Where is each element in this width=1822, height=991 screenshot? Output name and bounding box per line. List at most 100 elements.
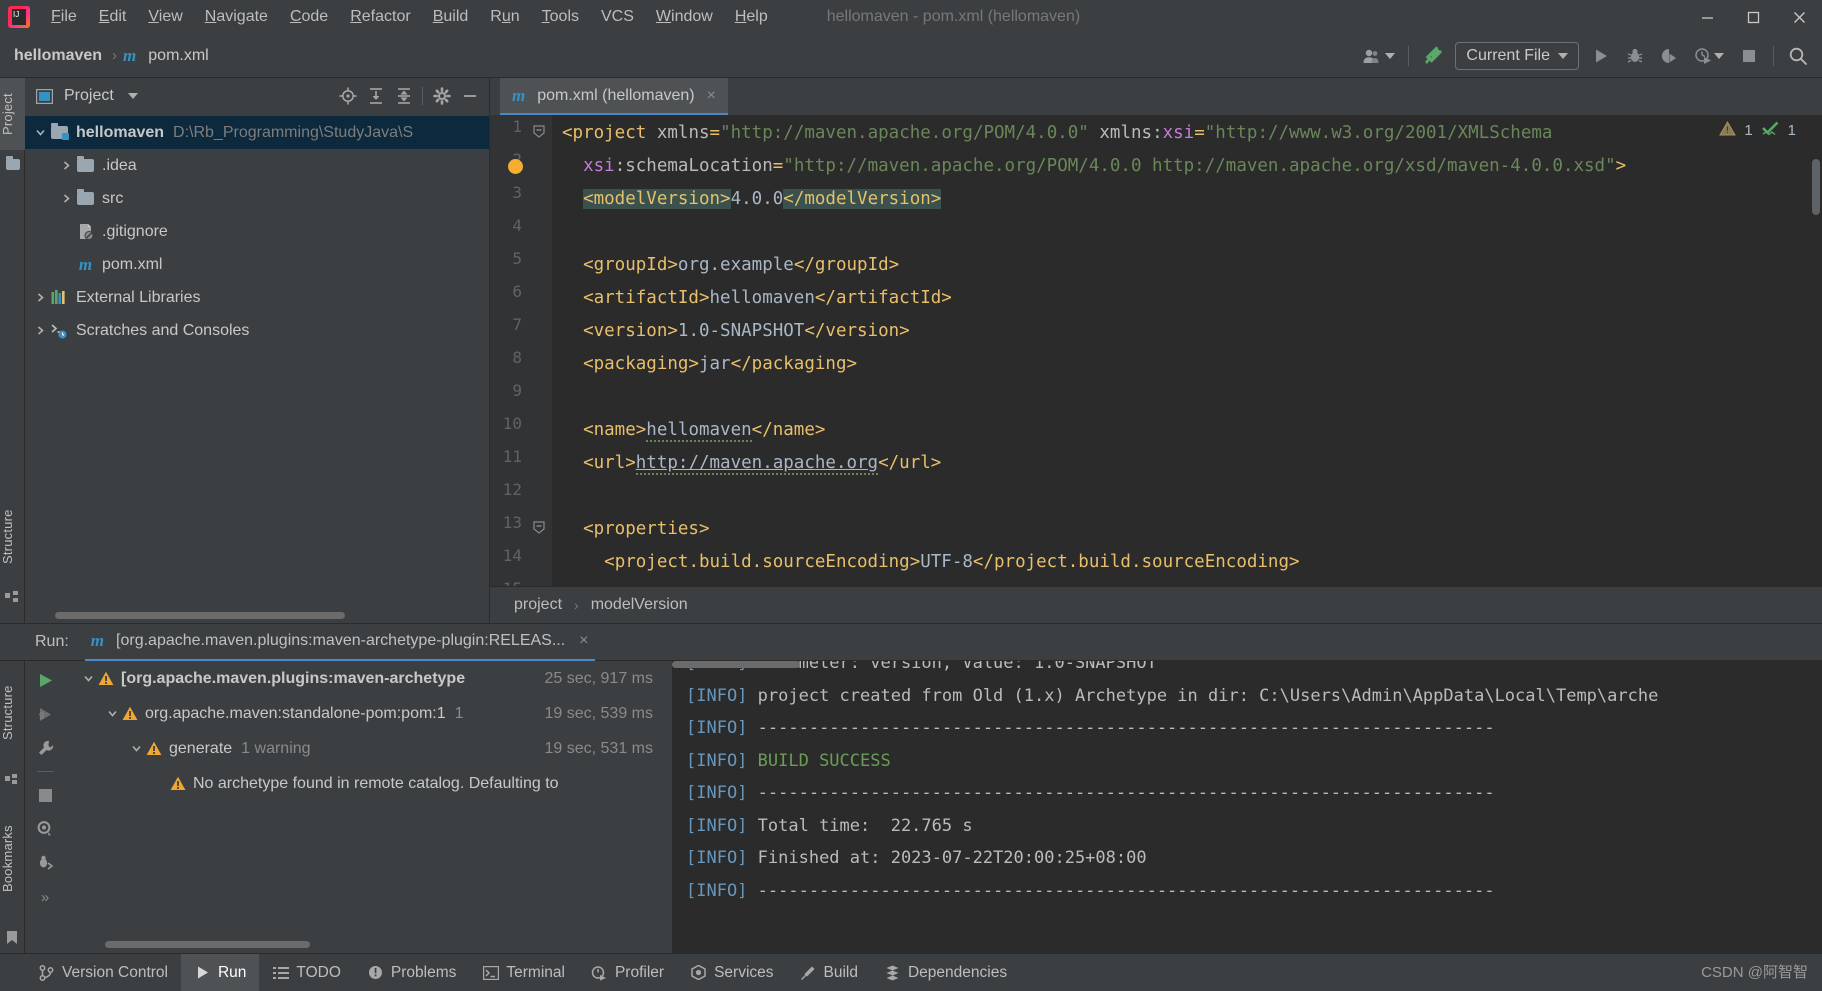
status-tab-terminal[interactable]: Terminal: [469, 954, 578, 991]
rerun-icon[interactable]: 9: [34, 703, 56, 725]
sidebar-item-structure[interactable]: Structure: [0, 493, 25, 581]
run-icon[interactable]: [1585, 41, 1617, 71]
code-line[interactable]: <artifactId>hellomaven</artifactId>: [552, 282, 1822, 315]
menu-item-build[interactable]: Build: [422, 4, 480, 30]
chevron-down-icon[interactable]: [103, 705, 121, 723]
debug-icon[interactable]: [34, 852, 56, 874]
build-hammer-icon[interactable]: [1417, 41, 1449, 71]
profiler-icon[interactable]: [1687, 41, 1731, 71]
code-line[interactable]: xsi:schemaLocation="http://maven.apache.…: [552, 150, 1822, 183]
chevron-right-icon[interactable]: [57, 157, 75, 175]
menu-item-file[interactable]: File: [40, 4, 88, 30]
run-tree-row[interactable]: org.apache.maven:standalone-pom:pom:1 1 19…: [65, 696, 665, 731]
code-line[interactable]: <project xmlns="http://maven.apache.org/…: [552, 117, 1822, 150]
chevron-down-icon[interactable]: [127, 740, 145, 758]
intention-bulb-icon[interactable]: [508, 159, 523, 174]
editor-tab-pom-xml[interactable]: m pom.xml (hellomaven) ×: [500, 78, 728, 115]
code-line[interactable]: <groupId>org.example</groupId>: [552, 249, 1822, 282]
run-with-coverage-icon[interactable]: [1653, 41, 1685, 71]
collapse-all-icon[interactable]: [390, 83, 417, 110]
stop-icon[interactable]: [1733, 41, 1765, 71]
menu-item-navigate[interactable]: Navigate: [194, 4, 279, 30]
status-tab-problems[interactable]: Problems: [354, 954, 469, 991]
code-fold-icon[interactable]: [532, 520, 546, 534]
menu-item-refactor[interactable]: Refactor: [339, 4, 421, 30]
status-tab-profiler[interactable]: Profiler: [578, 954, 677, 991]
minimize-icon[interactable]: [1684, 0, 1730, 34]
chevron-right-icon[interactable]: [31, 322, 49, 340]
close-icon[interactable]: [1776, 0, 1822, 34]
project-view-chevron-down-icon[interactable]: [120, 83, 147, 110]
editor-code[interactable]: <project xmlns="http://maven.apache.org/…: [552, 115, 1822, 586]
run-tree-row[interactable]: [org.apache.maven.plugins:maven-archetyp…: [65, 661, 665, 696]
code-line[interactable]: <url>http://maven.apache.org</url>: [552, 447, 1822, 480]
inspection-widget[interactable]: ! 1 1: [1719, 120, 1796, 140]
editor-gutter[interactable]: 123456789101112131415: [490, 115, 552, 586]
search-icon[interactable]: [1782, 41, 1814, 71]
code-fold-icon[interactable]: [532, 124, 546, 138]
run-console-output[interactable]: [INFO] Parameter: version, Value: 1.0-SN…: [672, 661, 1822, 953]
code-editor[interactable]: 123456789101112131415 <project xmlns="ht…: [490, 115, 1822, 586]
menu-item-code[interactable]: Code: [279, 4, 339, 30]
menu-item-edit[interactable]: Edit: [88, 4, 138, 30]
run-configuration-selector[interactable]: Current File: [1455, 41, 1579, 70]
project-tree-item-hellomaven[interactable]: hellomaven D:\Rb_Programming\StudyJava\S: [25, 116, 489, 149]
menu-item-view[interactable]: View: [137, 4, 193, 30]
maximize-icon[interactable]: [1730, 0, 1776, 34]
chevron-down-icon[interactable]: [79, 670, 97, 688]
status-tab-dependencies[interactable]: Dependencies: [871, 954, 1020, 991]
breadcrumb-project[interactable]: hellomaven: [10, 45, 106, 67]
console-horizontal-scrollbar[interactable]: [672, 661, 800, 668]
close-icon[interactable]: ×: [579, 632, 588, 650]
sidebar-item-project[interactable]: Project: [0, 78, 25, 150]
select-opened-file-icon[interactable]: [334, 83, 361, 110]
people-icon[interactable]: [1356, 41, 1400, 71]
stop-icon[interactable]: [34, 784, 56, 806]
code-line[interactable]: <modelVersion>4.0.0</modelVersion>: [552, 183, 1822, 216]
menu-item-tools[interactable]: Tools: [531, 4, 590, 30]
code-line[interactable]: [552, 480, 1822, 513]
status-tab-build[interactable]: Build: [787, 954, 871, 991]
sidebar-item-structure[interactable]: Structure: [0, 667, 25, 759]
status-tab-services[interactable]: Services: [677, 954, 786, 991]
project-tree-item-scratches-and-consoles[interactable]: Scratches and Consoles: [25, 314, 489, 347]
breadcrumb-modelversion-element[interactable]: modelVersion: [591, 596, 688, 614]
project-tree-item-src[interactable]: src: [25, 182, 489, 215]
settings-wrench-icon[interactable]: [34, 737, 56, 759]
code-line[interactable]: <version>1.0-SNAPSHOT</version>: [552, 315, 1822, 348]
code-line[interactable]: <project.build.sourceEncoding>UTF-8</pro…: [552, 546, 1822, 579]
code-line[interactable]: <properties>: [552, 513, 1822, 546]
chevron-down-icon[interactable]: [31, 124, 49, 142]
run-tree-row[interactable]: No archetype found in remote catalog. De…: [65, 766, 665, 801]
chevron-right-icon[interactable]: [31, 289, 49, 307]
status-tab-version-control[interactable]: Version Control: [25, 954, 181, 991]
filter-icon[interactable]: [34, 818, 56, 840]
menu-item-window[interactable]: Window: [645, 4, 724, 30]
project-tree-item-external-libraries[interactable]: External Libraries: [25, 281, 489, 314]
breadcrumb-project-element[interactable]: project: [514, 596, 562, 614]
code-line[interactable]: [552, 381, 1822, 414]
project-tree-item-gitignore[interactable]: .gitignore: [25, 215, 489, 248]
sidebar-item-bookmarks[interactable]: Bookmarks: [0, 803, 25, 915]
more-icon[interactable]: »: [34, 886, 56, 908]
menu-item-help[interactable]: Help: [724, 4, 779, 30]
project-tree-item-pom-xml[interactable]: m pom.xml: [25, 248, 489, 281]
run-icon[interactable]: [34, 669, 56, 691]
project-tree-item-idea[interactable]: .idea: [25, 149, 489, 182]
run-tree-row[interactable]: generate 1 warning 19 sec, 531 ms: [65, 731, 665, 766]
menu-item-vcs[interactable]: VCS: [590, 4, 645, 30]
editor-vertical-scrollbar[interactable]: [1812, 159, 1820, 215]
code-line[interactable]: </properties>: [552, 579, 1822, 586]
close-icon[interactable]: ×: [707, 87, 716, 105]
debug-icon[interactable]: [1619, 41, 1651, 71]
status-tab-todo[interactable]: TODO: [259, 954, 354, 991]
chevron-right-icon[interactable]: [57, 190, 75, 208]
menu-item-run[interactable]: Run: [479, 4, 530, 30]
breadcrumb-file[interactable]: pom.xml: [144, 45, 212, 67]
code-line[interactable]: <packaging>jar</packaging>: [552, 348, 1822, 381]
run-session-tab[interactable]: m [org.apache.maven.plugins:maven-archet…: [84, 624, 595, 661]
settings-gear-icon[interactable]: [428, 83, 455, 110]
status-tab-run[interactable]: Run: [180, 953, 260, 991]
code-line[interactable]: [552, 216, 1822, 249]
run-tree-horizontal-scrollbar[interactable]: [105, 941, 310, 948]
